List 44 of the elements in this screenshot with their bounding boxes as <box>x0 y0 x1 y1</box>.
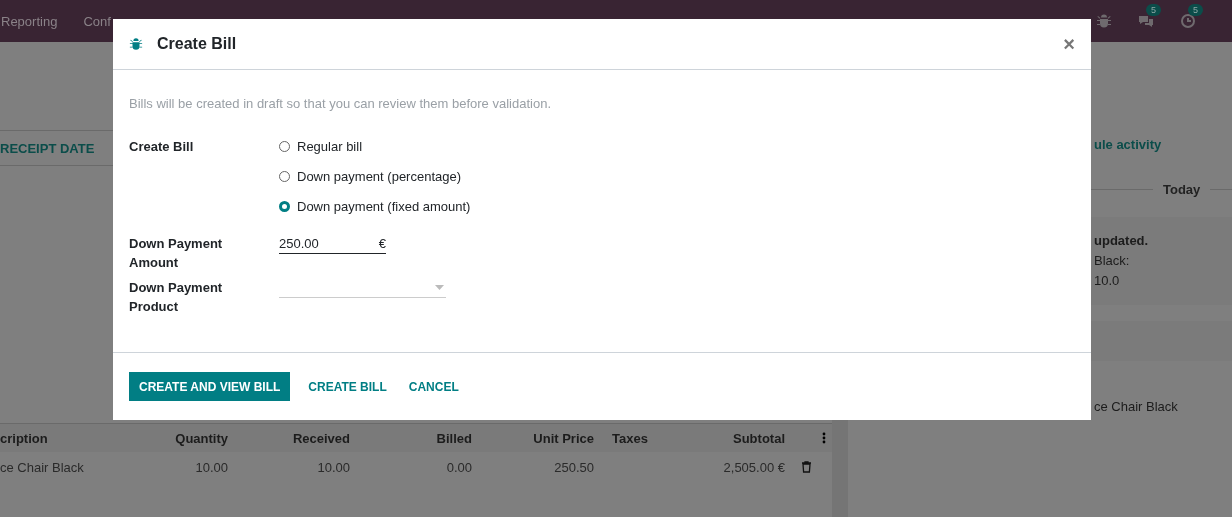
column-header[interactable]: Taxes <box>606 430 700 446</box>
column-tab[interactable]: RECEIPT DATE <box>0 140 95 156</box>
table-cell-text: ce Chair Black <box>0 459 85 475</box>
column-header[interactable]: Unit Price <box>484 430 606 446</box>
menu-item[interactable]: Conf <box>83 13 111 29</box>
dialog-button[interactable]: CREATE AND VIEW BILL <box>129 372 291 401</box>
chat-icon[interactable] <box>1138 13 1154 29</box>
column-header[interactable]: Quantity <box>160 430 240 446</box>
message-text: updated. <box>1094 232 1150 250</box>
menu-item[interactable]: Reporting <box>1 13 58 29</box>
radio-option[interactable]: Down payment (fixed amount) <box>279 197 471 216</box>
message-text: 10.0 <box>1094 272 1121 290</box>
message-text: ce Chair Black <box>1093 399 1179 414</box>
column-header[interactable]: Subtotal <box>700 430 797 446</box>
caret-icon <box>435 285 444 290</box>
kebab-icon[interactable] <box>822 432 826 444</box>
close-button[interactable]: × <box>1059 32 1079 56</box>
table-cell-text: 10.00 <box>194 459 229 475</box>
dialog-title: Create Bill <box>157 35 238 53</box>
field-label: Down Payment Product <box>129 279 224 316</box>
table-cell-text: 2,505.00 € <box>722 459 786 475</box>
trash-icon[interactable] <box>801 461 812 473</box>
count-badge: 5 <box>1188 4 1203 16</box>
dialog-button[interactable]: CREATE BILL <box>298 372 397 401</box>
clock-icon[interactable] <box>1180 13 1196 29</box>
radio-button[interactable] <box>279 201 290 212</box>
radio-option[interactable]: Down payment (percentage) <box>279 167 471 186</box>
info-text: Bills will be created in draft so that you can review them before validation. <box>129 96 552 111</box>
bug-icon <box>1096 13 1112 29</box>
table-cell-text: 250.50 <box>553 459 595 475</box>
column-header[interactable]: Received <box>240 430 362 446</box>
table-cell-text: 0.00 <box>445 459 473 475</box>
dialog-button[interactable]: CANCEL <box>398 372 469 401</box>
table-cell-text: 10.00 <box>316 459 351 475</box>
bug-icon <box>129 37 143 51</box>
column-header[interactable]: cription <box>0 430 160 446</box>
count-badge: 5 <box>1146 4 1161 16</box>
message-text: Black: <box>1094 252 1131 270</box>
field-label: Create Bill <box>129 138 195 156</box>
amount-field[interactable]: 250.00 € <box>279 234 386 254</box>
field-label: Down Payment Amount <box>129 235 224 272</box>
date-separator: Today <box>1163 182 1201 197</box>
column-header[interactable]: Billed <box>362 430 484 446</box>
radio-option[interactable]: Regular bill <box>279 137 471 156</box>
